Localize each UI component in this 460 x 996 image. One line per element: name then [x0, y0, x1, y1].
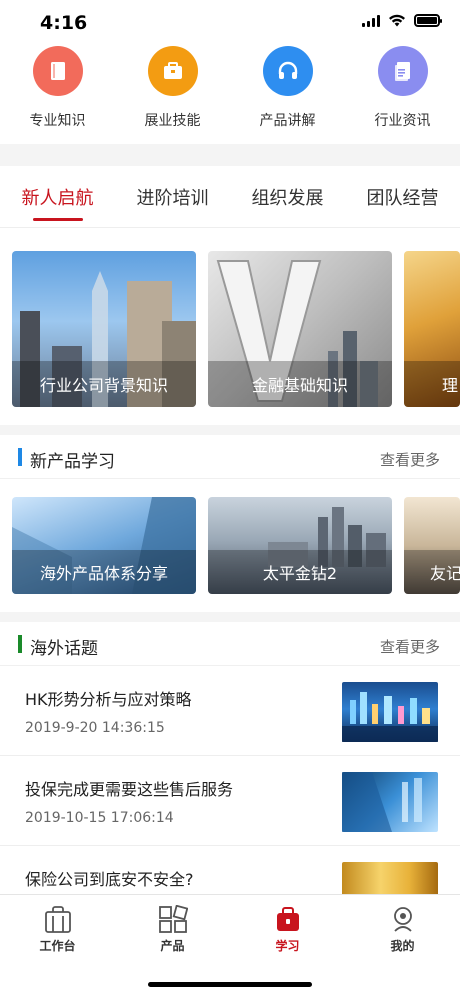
quick-categories: 专业知识 展业技能 产品讲解 行业资讯	[0, 44, 460, 144]
product-card[interactable]: 太平金钻2	[208, 497, 392, 594]
product-card[interactable]: 海外产品体系分享	[12, 497, 196, 594]
featured-cards: 行业公司背景知识 金融基础知识 理	[12, 251, 460, 407]
article-date: 2019-9-20 14:36:15	[25, 720, 165, 736]
course-caption: 理	[404, 361, 460, 407]
course-card[interactable]: 理	[404, 251, 460, 407]
tab-advanced-training[interactable]: 进阶培训	[115, 168, 230, 227]
document-icon	[377, 46, 428, 96]
tab-team-management[interactable]: 团队经营	[345, 168, 460, 227]
course-caption: 行业公司背景知识	[12, 361, 196, 407]
book-icon	[32, 46, 83, 96]
nav-products[interactable]: 产品	[115, 903, 230, 954]
nav-label: 工作台	[39, 939, 76, 953]
category-label: 产品讲解	[259, 113, 316, 129]
profile-icon	[345, 903, 460, 933]
tab-organization-development[interactable]: 组织发展	[230, 168, 345, 227]
grid-icon	[115, 903, 230, 933]
article-item[interactable]: HK形势分析与应对策略 2019-9-20 14:36:15	[0, 666, 460, 756]
article-title: HK形势分析与应对策略	[25, 690, 192, 709]
category-professional-knowledge[interactable]: 专业知识	[0, 44, 115, 144]
article-item[interactable]: 投保完成更需要这些售后服务 2019-10-15 17:06:14	[0, 756, 460, 846]
status-time: 4:16	[40, 12, 88, 34]
gold-abstract-image	[342, 862, 438, 896]
divider	[0, 612, 460, 622]
home-indicator[interactable]	[148, 982, 312, 987]
article-title: 保险公司到底安不安全?	[25, 870, 194, 889]
section-header-new-products: 新产品学习 查看更多	[0, 435, 460, 479]
product-caption: 友记	[404, 550, 460, 594]
nav-study[interactable]: 学习	[230, 903, 345, 954]
status-icons	[362, 14, 442, 27]
tab-bar: 新人启航 进阶培训 组织发展 团队经营	[0, 168, 460, 228]
status-bar: 4:16	[0, 0, 460, 44]
bag-icon	[0, 903, 115, 933]
course-caption: 金融基础知识	[208, 361, 392, 407]
category-industry-news[interactable]: 行业资讯	[345, 44, 460, 144]
view-more-link[interactable]: 查看更多	[380, 449, 440, 470]
section-accent-bar	[18, 448, 22, 466]
course-card[interactable]: 行业公司背景知识	[12, 251, 196, 407]
briefcase-icon	[147, 46, 198, 96]
category-product-explanation[interactable]: 产品讲解	[230, 44, 345, 144]
category-label: 展业技能	[144, 113, 201, 129]
study-icon	[230, 903, 345, 933]
blue-building-image	[342, 772, 438, 832]
product-caption: 海外产品体系分享	[12, 550, 196, 594]
article-date: 2019-10-15 17:06:14	[25, 810, 174, 826]
nav-label: 学习	[275, 939, 300, 953]
wifi-icon	[389, 14, 405, 27]
category-sales-skills[interactable]: 展业技能	[115, 44, 230, 144]
course-card[interactable]: 金融基础知识	[208, 251, 392, 407]
divider	[0, 144, 460, 166]
nav-label: 产品	[160, 939, 185, 953]
bottom-nav: 工作台 产品 学习 我的	[0, 894, 460, 996]
section-title: 海外话题	[30, 639, 98, 659]
article-title: 投保完成更需要这些售后服务	[25, 780, 234, 799]
signal-icon	[362, 14, 380, 27]
section-header-overseas-topics: 海外话题 查看更多	[0, 622, 460, 666]
category-label: 专业知识	[29, 113, 86, 129]
battery-icon	[414, 14, 442, 27]
view-more-link[interactable]: 查看更多	[380, 636, 440, 657]
category-label: 行业资讯	[374, 113, 431, 129]
new-product-cards: 海外产品体系分享 太平金钻2 友记	[12, 497, 460, 594]
nav-workbench[interactable]: 工作台	[0, 903, 115, 954]
hong-kong-night-image	[342, 682, 438, 742]
product-card[interactable]: 友记	[404, 497, 460, 594]
section-accent-bar	[18, 635, 22, 653]
nav-label: 我的	[390, 939, 415, 953]
tab-newcomer[interactable]: 新人启航	[0, 168, 115, 227]
headphones-icon	[262, 46, 313, 96]
product-caption: 太平金钻2	[208, 550, 392, 594]
section-title: 新产品学习	[30, 452, 115, 472]
divider	[0, 425, 460, 435]
nav-mine[interactable]: 我的	[345, 903, 460, 954]
